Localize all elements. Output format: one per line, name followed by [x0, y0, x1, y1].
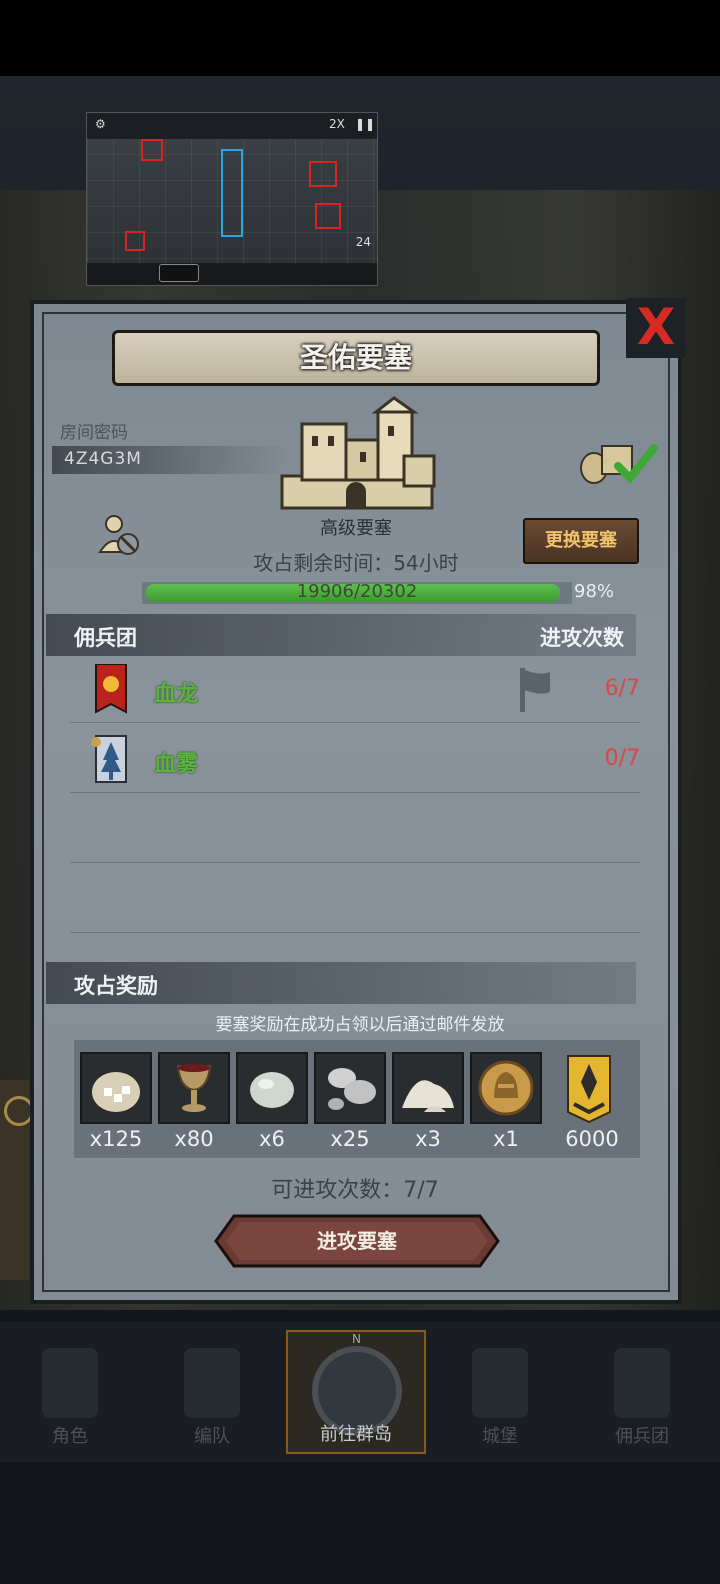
- gameplay-video-overlay[interactable]: ⚙ 2X ❚❚ 24: [86, 112, 378, 286]
- guild-attack-count: 0/7: [604, 746, 640, 771]
- compass-north-label: N: [352, 1332, 361, 1346]
- rewards-title: 攻占奖励: [74, 974, 158, 998]
- nav-item-mercenary[interactable]: 佣兵团: [572, 1330, 712, 1454]
- attack-fortress-button[interactable]: 进攻要塞: [214, 1214, 500, 1268]
- attack-count-header: 进攻次数: [540, 626, 624, 650]
- reward-qty: x25: [330, 1127, 370, 1151]
- enemy-tile-marker: [309, 161, 337, 187]
- fortress-level: 高级要塞: [320, 518, 392, 539]
- user-block-icon[interactable]: [96, 512, 142, 558]
- guild-name: 血龙: [154, 682, 199, 707]
- pearl-stone-icon[interactable]: [236, 1052, 308, 1124]
- nav-item-islands[interactable]: N 前往群岛: [286, 1330, 426, 1454]
- side-indicator: [0, 1080, 34, 1280]
- capture-progress-text: 19906/20302: [296, 581, 418, 602]
- remaining-time: 攻占剩余时间：54小时: [253, 551, 459, 575]
- rank-medal-icon[interactable]: [566, 1054, 612, 1124]
- castle-nav-icon: [472, 1348, 528, 1418]
- sun-banner-icon: [95, 664, 127, 714]
- knight-icon: [42, 1348, 98, 1418]
- goblet-icon[interactable]: [158, 1052, 230, 1124]
- enemy-tile-marker: [141, 139, 163, 161]
- mushroom-icon[interactable]: [314, 1052, 386, 1124]
- guild-attack-count: 6/7: [604, 676, 640, 701]
- bottom-safe-area: [0, 1462, 720, 1584]
- flag-icon: [520, 668, 550, 712]
- sugar-bag-icon[interactable]: [80, 1052, 152, 1124]
- video-toolbar: [87, 263, 377, 285]
- reward-qty: x125: [89, 1127, 143, 1151]
- pause-icon[interactable]: ❚❚: [355, 117, 375, 131]
- capture-progress-percent: 98%: [574, 581, 615, 602]
- enemy-tile-marker: [315, 203, 341, 229]
- gear-icon[interactable]: ⚙: [95, 117, 106, 131]
- speed-toggle[interactable]: 2X: [329, 117, 345, 131]
- ship-icon: [614, 1348, 670, 1418]
- reward-qty: x1: [493, 1127, 519, 1151]
- enemy-counter: 24: [355, 235, 371, 249]
- nav-item-character[interactable]: 角色: [0, 1330, 140, 1454]
- rewards-note: 要塞奖励在成功占领以后通过邮件发放: [215, 1015, 505, 1035]
- reward-qty: x3: [415, 1127, 441, 1151]
- reward-qty: 6000: [565, 1127, 619, 1151]
- status-bar-area: [0, 0, 720, 76]
- tree-banner-icon: [91, 735, 127, 783]
- supply-ready-icon[interactable]: [578, 436, 658, 486]
- guild-name: 血雾: [154, 752, 199, 777]
- video-skill-button[interactable]: [159, 264, 199, 282]
- reward-qty: x80: [174, 1127, 214, 1151]
- reward-qty: x6: [259, 1127, 285, 1151]
- deploy-lane-marker: [221, 149, 243, 237]
- change-fortress-button[interactable]: 更换要塞: [523, 518, 639, 564]
- helmet-icon: [184, 1348, 240, 1418]
- room-code-value[interactable]: 4Z4G3M: [64, 449, 142, 469]
- close-button[interactable]: X: [626, 298, 686, 358]
- nav-item-formation[interactable]: 编队: [142, 1330, 282, 1454]
- close-icon: X: [636, 298, 676, 356]
- mercenary-title: 佣兵团: [74, 626, 137, 650]
- page-title: 圣佑要塞: [299, 341, 412, 374]
- room-code-label: 房间密码: [60, 423, 128, 443]
- knight-coin-icon[interactable]: [470, 1052, 542, 1124]
- remaining-attacks: 可进攻次数：7/7: [271, 1178, 439, 1203]
- castle-icon: [280, 396, 436, 510]
- powder-pile-icon[interactable]: [392, 1052, 464, 1124]
- nav-item-castle[interactable]: 城堡: [430, 1330, 570, 1454]
- enemy-spawn-marker: [125, 231, 145, 251]
